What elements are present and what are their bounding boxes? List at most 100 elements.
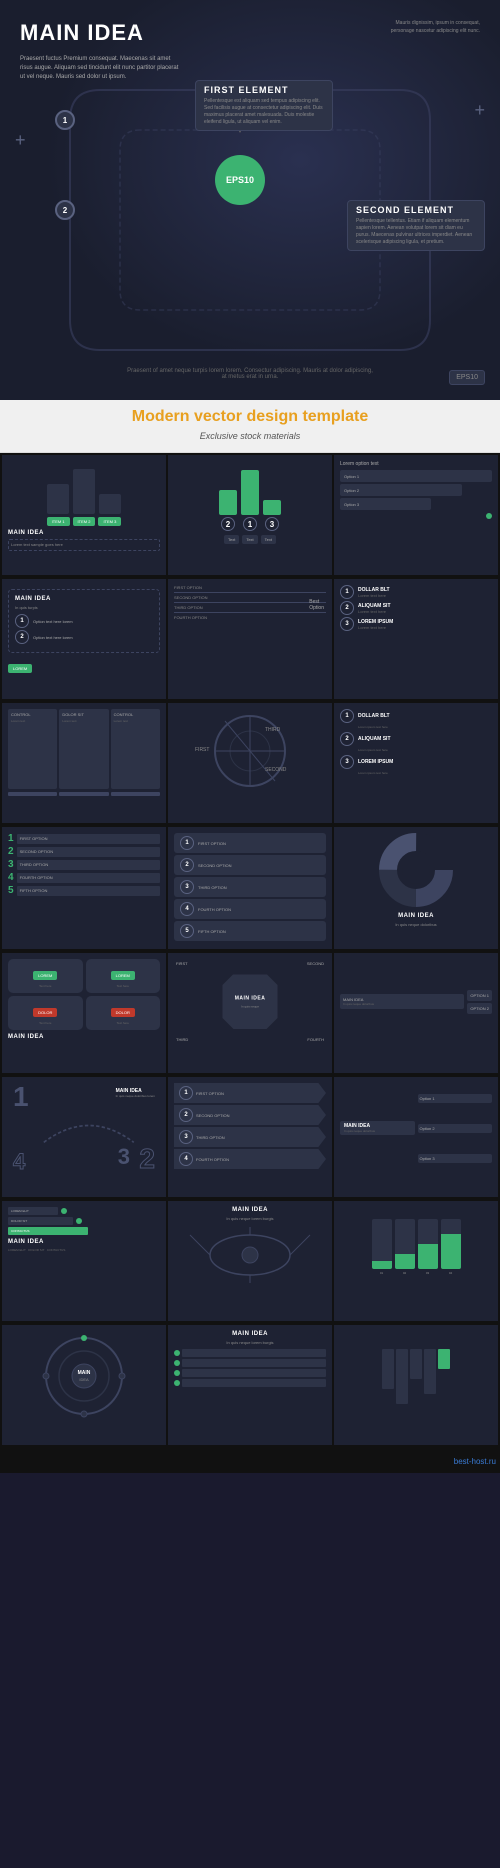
banner-subtitle: Exclusive stock materials [200,431,301,441]
footer-watermark: best-host.ru [0,1447,500,1473]
num-circle-1: 1 [55,110,75,130]
tpl11-box2: 2 SECOND OPTION [174,855,326,875]
tpl19-dot2 [76,1218,82,1224]
tpl19-title: MAIN IDEA [8,1239,160,1245]
templates-grid-6: 1 MAIN IDEA In quis neque doloribus lore… [0,1075,500,1199]
first-element-label: FIRST ELEMENT [204,85,324,95]
templates-grid-7: LOREM ELIT DOLOR SIT CONTACTUS MAIN IDEA… [0,1199,500,1323]
tpl5-div3 [174,612,326,613]
tpl16-curve [28,1103,150,1148]
tpl16-num3: 4 [13,1151,25,1173]
template-8: THIRD SECOND FIRST [168,703,332,823]
tpl4-subtitle: In quis turpis [15,605,153,610]
tpl11-box5: 5 FIFTH OPTION [174,921,326,941]
template-22: MAIN IDEA [2,1325,166,1445]
templates-grid-3: CONTROL Lorem text DOLOR SIT Lorem text … [0,701,500,825]
template-23: MAIN IDEA In quis neque lorem burgis [168,1325,332,1445]
template-1: ITEM 1 ITEM 2 ITEM 3 MAIN IDEA Lorem tex… [2,455,166,575]
tpl16-num1: 1 [13,1083,29,1111]
tpl14-octagon: MAIN IDEA In quis neque [223,974,278,1029]
template-6: 1 DOLLAR BLT Lorem text here 2 ALIQUAM S… [334,579,498,699]
tpl16-num2: 2 [139,1145,155,1173]
tpl23-dot3 [174,1370,180,1376]
tpl9-row3: 3 LOREM IPSUM [340,755,492,769]
title-banner: Modern vector design template Exclusive … [0,400,500,453]
second-element-label: SECOND ELEMENT [356,205,476,215]
tpl4-row2: 2 Option text here lorem [15,630,153,644]
tpl9-row2: 2 ALIQUAM SIT [340,732,492,746]
tpl23-title: MAIN IDEA [174,1331,326,1337]
tpl3-bar2: Option 2 [340,484,462,496]
template-15: MAIN IDEA In quis neque doloribus OPTION… [334,953,498,1073]
template-17: 1 FIRST OPTION 2 SECOND OPTION 3 THIRD O… [168,1077,332,1197]
tpl4-title: MAIN IDEA [15,596,153,602]
tpl4-row1: 1 Option text here lorem [15,614,153,628]
templates-grid-4: 1 FIRST OPTION 2 SECOND OPTION 3 THIRD O… [0,825,500,951]
template-21: 01 02 03 04 [334,1201,498,1321]
num-circle-2: 2 [55,200,75,220]
tpl1-btn2: ITEM 2 [73,517,96,526]
template-2: 2 1 3 Text Text Text [168,455,332,575]
hero-section: MAIN IDEA Praesent fuctus Premium conseq… [0,0,500,400]
tpl19-dot1 [61,1208,67,1214]
tpl6-row1: 1 DOLLAR BLT Lorem text here [340,585,492,599]
tpl5-div1 [174,592,326,593]
templates-grid-2: MAIN IDEA In quis turpis 1 Option text h… [0,577,500,701]
hero-bottom-text: Praesent of amet neque turpis lorem lore… [125,368,375,380]
tpl11-box4: 4 FOURTH OPTION [174,899,326,919]
template-9: 1 DOLLAR BLT Lorem ipsum text here 2 ALI… [334,703,498,823]
num-box-2: 2 [55,200,75,220]
first-element-desc: Pellentesque est aliquam sed tempus adip… [204,98,324,126]
tpl14-opt2: SECOND [307,961,324,966]
tpl4-btn: LOREM [8,664,32,673]
tpl12-pie [340,833,492,908]
tpl14-opt3: THIRD [176,1037,188,1042]
svg-text:MAIN: MAIN [78,1370,91,1376]
templates-grid-8: MAIN IDEA MAIN IDEA In quis neque lorem … [0,1323,500,1447]
template-24 [334,1325,498,1445]
eps-green-circle: EPS10 [215,155,265,205]
second-element-box: SECOND ELEMENT Pellentesque tellentus. E… [347,200,485,251]
tpl14-opt1: FIRST [176,961,188,966]
tpl6-row2: 2 ALIQUAM SIT Lorem text here [340,601,492,615]
second-element-desc: Pellentesque tellentus. Etiam if aliquam… [356,218,476,246]
template-3: Lorem option text Option 1 Option 2 Opti… [334,455,498,575]
plus-icon-right: + [474,100,485,121]
hero-title: MAIN IDEA [20,20,144,46]
tpl20-flow [174,1225,326,1285]
num-box-1: 1 [55,110,75,130]
plus-icon-left: + [15,130,26,151]
tpl14-opt4: FOURTH [307,1037,324,1042]
template-16: 1 MAIN IDEA In quis neque doloribus lore… [2,1077,166,1197]
templates-grid: ITEM 1 ITEM 2 ITEM 3 MAIN IDEA Lorem tex… [0,453,500,577]
tpl8-circle: THIRD SECOND FIRST [174,709,326,794]
template-10: 1 FIRST OPTION 2 SECOND OPTION 3 THIRD O… [2,827,166,949]
tpl11-box3: 3 THIRD OPTION [174,877,326,897]
svg-text:FIRST: FIRST [195,747,209,753]
hero-right-text: Mauris dignissim, ipsum in consequat, pe… [380,20,480,35]
banner-title: Modern vector design template [10,408,490,426]
tpl13-btn1: LOREM [33,971,57,980]
tpl11-box1: 1 FIRST OPTION [174,833,326,853]
tpl3-dot [486,513,492,519]
tpl13-title: MAIN IDEA [8,1034,160,1040]
template-7: CONTROL Lorem text DOLOR SIT Lorem text … [2,703,166,823]
eps-badge: EPS10 [449,370,485,385]
tpl5-div2 [174,602,326,603]
template-12: MAIN IDEA In quis neque doloribus [334,827,498,949]
tpl3-bar1: Option 1 [340,470,492,482]
tpl12-subtitle: In quis neque doloribus [340,922,492,927]
tpl23-dot1 [174,1350,180,1356]
svg-text:THIRD: THIRD [265,727,281,733]
watermark-text: best-host.ru [454,1457,496,1466]
tpl12-title: MAIN IDEA [340,913,492,919]
tpl23-subtitle: In quis neque lorem burgis [174,1340,326,1345]
eps-circle-label: EPS10 [226,175,254,185]
tpl13-btn3: DOLOR [33,1008,57,1017]
tpl9-row1: 1 DOLLAR BLT [340,709,492,723]
tpl22-circle: MAIN IDEA [8,1331,160,1421]
template-11: 1 FIRST OPTION 2 SECOND OPTION 3 THIRD O… [168,827,332,949]
template-14: MAIN IDEA In quis neque FIRST SECOND THI… [168,953,332,1073]
tpl16-num4: 3 [118,1146,130,1168]
template-19: LOREM ELIT DOLOR SIT CONTACTUS MAIN IDEA… [2,1201,166,1321]
